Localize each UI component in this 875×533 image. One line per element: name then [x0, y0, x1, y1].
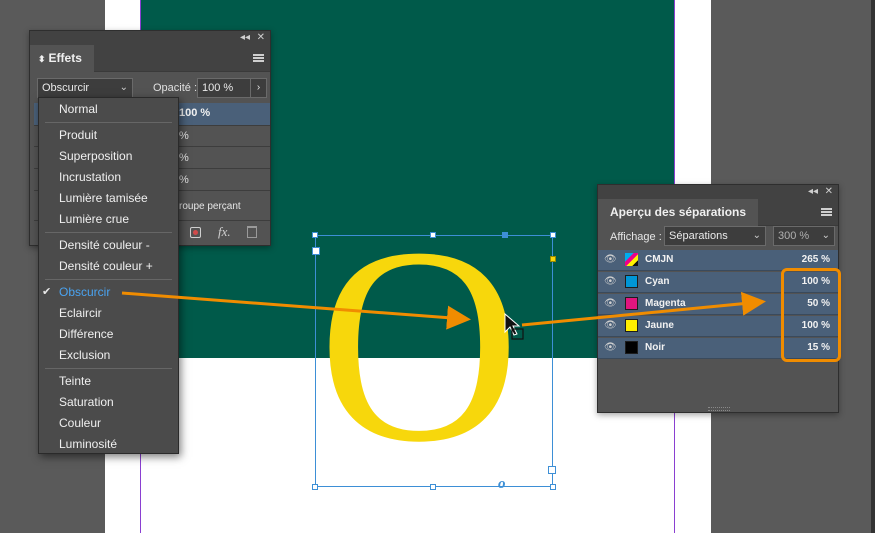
arrow-menu-to-canvas — [121, 291, 471, 330]
window-border — [871, 0, 875, 533]
arrow-canvas-to-panel — [521, 291, 766, 327]
annotation-arrows — [121, 291, 766, 340]
cursor-icon — [504, 312, 524, 340]
